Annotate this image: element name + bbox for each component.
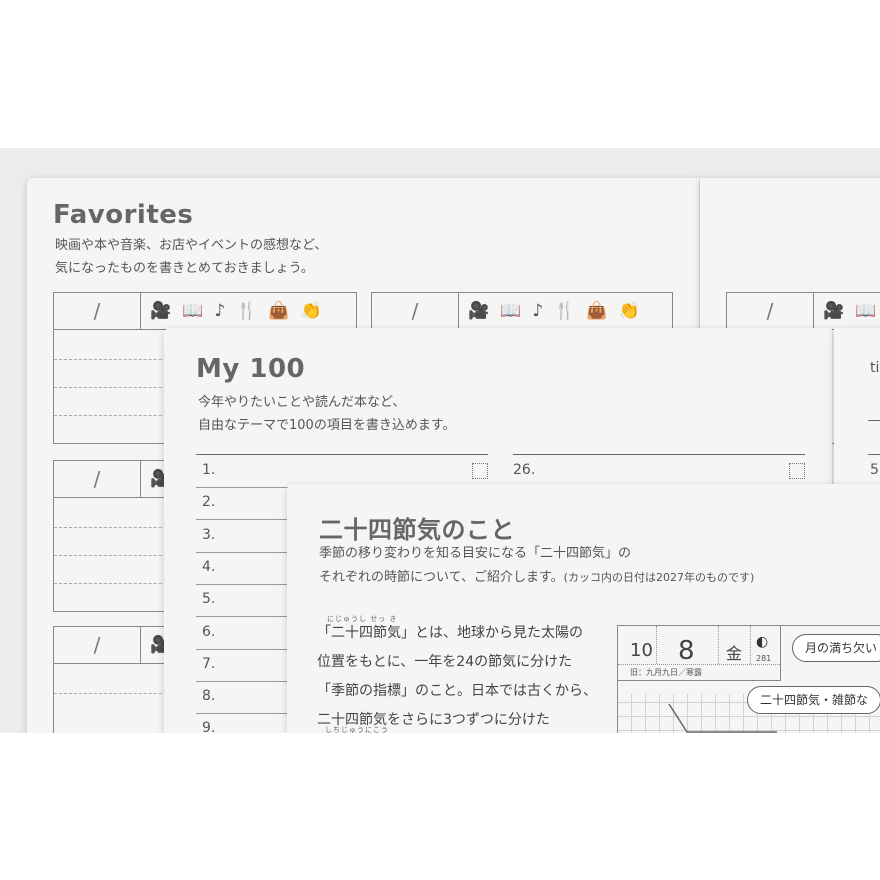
subtitle-text: それぞれの時節について、ご紹介します。 (319, 570, 564, 585)
page-title: Favorites (53, 200, 194, 230)
date-slash: / (727, 293, 814, 329)
page-subtitle-line2: それぞれの時節について、ご紹介します。(カッコ内の日付は2027年のものです) (319, 567, 754, 589)
subtitle-note: (カッコ内の日付は2027年のものです) (563, 571, 755, 584)
item-number: 4. (202, 558, 216, 575)
weekday: 金 (726, 644, 743, 663)
body-line: 「二十四節気」とは、地球から見た太陽の (317, 625, 583, 641)
sekki-page: 二十四節気のこと 季節の移り変わりを知る目安になる「二十四節気」の それぞれの時… (287, 484, 880, 733)
item-number: 3. (202, 526, 216, 543)
list-top-rule (868, 420, 880, 421)
moon-phase-icon: ◐ (756, 634, 769, 650)
item-number: 1. (202, 462, 216, 478)
checkbox[interactable] (789, 463, 805, 479)
date-header: 10 8 金 ◐ 281 旧：九月九日／寒露 (618, 626, 781, 681)
item-number: 5. (202, 591, 216, 608)
day-number: 8 (678, 636, 695, 666)
item-number: 26. (513, 462, 536, 478)
entry-header: / 🎥📖♪🍴👜👏 (372, 293, 672, 330)
list-top-rule (868, 454, 880, 455)
page-subtitle-line1: 季節の移り変わりを知る目安になる「二十四節気」の (319, 546, 632, 561)
ruby-reading: しちじゅうにこう (325, 726, 389, 733)
item-number: 5 (870, 462, 879, 478)
body-line: 「季節の指標」のこと。日本では古くから、 (317, 683, 597, 699)
page-subtitle-line1: 今年やりたいことや読んだ本など、 (198, 395, 406, 410)
divider (618, 664, 780, 665)
category-icons: 🎥📖♪🍴👜👏 (150, 301, 333, 321)
page-text-fragment: ti (870, 360, 880, 376)
item-number: 8. (202, 688, 216, 705)
checkbox[interactable] (472, 463, 488, 479)
date-slash: / (54, 461, 141, 497)
divider (656, 626, 658, 664)
notebook-spread-stage: Favorites 映画や本や音楽、お店やイベントの感想など、 気になったものを… (0, 148, 880, 733)
old-calendar-date: 旧：九月九日／寒露 (630, 668, 702, 677)
callout-bubble-sekki: 二十四節気・雑節な (747, 686, 880, 714)
callout-bubble-moon: 月の満ち欠い (792, 634, 880, 662)
page-title: 二十四節気のこと (319, 516, 515, 544)
category-icons: 🎥📖♪🍴👜👏 (823, 301, 880, 321)
day-count: 281 (756, 654, 772, 663)
page-subtitle-line2: 自由なテーマで100の項目を書き込めます。 (198, 418, 456, 433)
item-number: 7. (202, 655, 216, 672)
divider (718, 626, 720, 664)
item-number: 9. (202, 720, 216, 733)
page-subtitle-line2: 気になったものを書きとめておきましょう。 (55, 261, 314, 276)
date-slash: / (54, 293, 141, 329)
category-icons: 🎥📖♪🍴👜👏 (468, 301, 651, 321)
entry-header: / 🎥📖♪🍴👜👏 (54, 293, 356, 330)
body-line: 位置をもとに、一年を24の節気に分けた (317, 654, 573, 670)
entry-header: / 🎥📖♪🍴👜👏 (727, 293, 880, 330)
page-title: My 100 (196, 354, 306, 384)
page-subtitle-line1: 映画や本や音楽、お店やイベントの感想など、 (55, 238, 328, 253)
item-number: 6. (202, 623, 216, 640)
date-slash: / (54, 627, 141, 663)
month-number: 10 (630, 640, 653, 661)
divider (750, 626, 752, 664)
date-slash: / (372, 293, 459, 329)
item-number: 2. (202, 494, 216, 511)
